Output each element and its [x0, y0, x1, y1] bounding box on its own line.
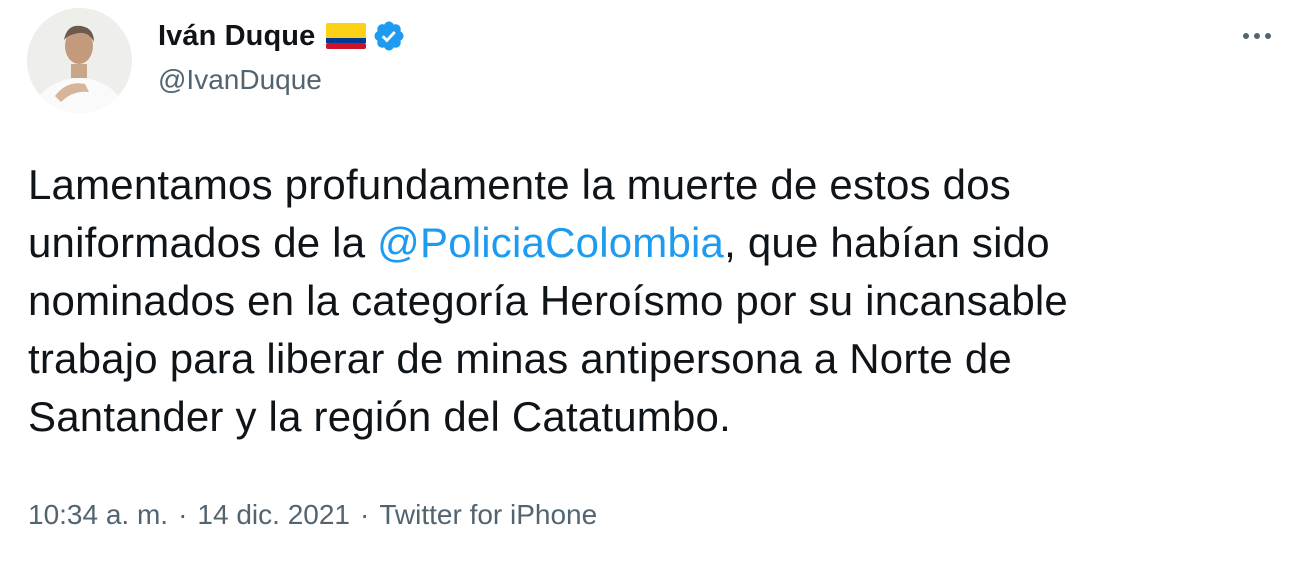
meta-separator: ·	[360, 499, 370, 530]
tweet-text-segment: uniformados de la	[28, 219, 378, 266]
tweet-text-line: uniformados de la @PoliciaColombia, que …	[28, 214, 1278, 272]
tweet-text-line: Lamentamos profundamente la muerte de es…	[28, 161, 1011, 208]
tweet-text: Lamentamos profundamente la muerte de es…	[28, 156, 1278, 446]
tweet-text-line: trabajo para liberar de minas antiperson…	[28, 335, 1012, 382]
tweet-card: Iván Duque @IvanDuque Lamentamos profund…	[0, 0, 1306, 571]
display-name[interactable]: Iván Duque	[158, 20, 315, 53]
more-horizontal-icon	[1265, 33, 1271, 39]
tweet-meta: 10:34 a. m. · 14 dic. 2021 · Twitter for iPh…	[28, 499, 597, 531]
avatar[interactable]	[27, 8, 132, 113]
tweet-source[interactable]: Twitter for iPhone	[379, 499, 597, 530]
more-horizontal-icon	[1254, 33, 1260, 39]
tweet-text-line: Santander y la región del Catatumbo.	[28, 393, 731, 440]
tweet-date[interactable]: 14 dic. 2021	[197, 499, 350, 530]
more-options-button[interactable]	[1234, 18, 1280, 54]
more-horizontal-icon	[1243, 33, 1249, 39]
tweet-time[interactable]: 10:34 a. m.	[28, 499, 168, 530]
colombia-flag-icon	[326, 23, 367, 49]
verified-badge-icon	[372, 19, 406, 53]
tweet-text-segment: , que habían sido	[724, 219, 1050, 266]
meta-separator: ·	[178, 499, 188, 530]
avatar-photo	[27, 8, 132, 113]
author-handle[interactable]: @IvanDuque	[158, 64, 322, 96]
author-name-row: Iván Duque	[158, 18, 406, 54]
tweet-text-line: nominados en la categoría Heroísmo por s…	[28, 277, 1068, 324]
mention-link[interactable]: @PoliciaColombia	[377, 219, 724, 266]
